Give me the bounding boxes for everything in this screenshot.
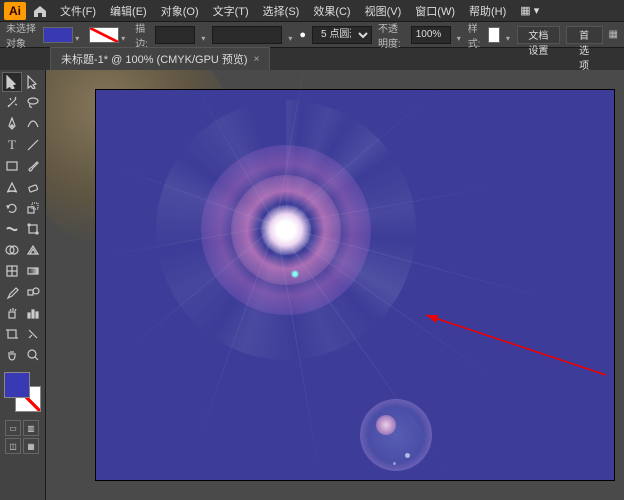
options-bar: 未选择对象 描边: ● 5 点圆形 不透明度: 样式: 文档设置 首选项 ▦: [0, 22, 624, 48]
type-tool[interactable]: T: [2, 135, 22, 155]
brush-dropdown-icon[interactable]: [288, 32, 293, 38]
pen-tool[interactable]: [2, 114, 22, 134]
slice-tool[interactable]: [23, 324, 43, 344]
menu-file[interactable]: 文件(F): [54, 1, 102, 21]
work-area: T ▭ ▥ ◫ ▦: [0, 70, 624, 500]
menu-arrange[interactable]: ▦ ▾: [514, 2, 545, 19]
line-tool[interactable]: [23, 135, 43, 155]
doc-setup-button[interactable]: 文档设置: [517, 26, 560, 44]
menu-type[interactable]: 文字(T): [207, 1, 255, 21]
preferences-button[interactable]: 首选项: [566, 26, 603, 44]
document-tab[interactable]: 未标题-1* @ 100% (CMYK/GPU 预览) ×: [50, 47, 270, 70]
eraser-tool[interactable]: [23, 177, 43, 197]
zoom-tool[interactable]: [23, 345, 43, 365]
fill-swatch[interactable]: [43, 27, 73, 43]
tab-title: 未标题-1* @ 100% (CMYK/GPU 预览): [61, 51, 248, 67]
blend-tool[interactable]: [23, 282, 43, 302]
curvature-tool[interactable]: [23, 114, 43, 134]
fill-dropdown-icon[interactable]: [75, 32, 83, 38]
opacity-label: 不透明度:: [378, 20, 405, 50]
brush-input[interactable]: [212, 26, 282, 44]
width-tool[interactable]: [2, 219, 22, 239]
mesh-tool[interactable]: [2, 261, 22, 281]
menu-select[interactable]: 选择(S): [257, 1, 306, 21]
magic-wand-tool[interactable]: [2, 93, 22, 113]
stroke-dropdown-icon[interactable]: [121, 32, 129, 38]
style-label: 样式:: [468, 20, 482, 50]
opacity-input[interactable]: [411, 26, 451, 44]
opacity-dropdown-icon[interactable]: [457, 32, 462, 38]
graph-tool[interactable]: [23, 303, 43, 323]
screen-mode-b[interactable]: ▦: [23, 438, 39, 454]
flare-rays: [276, 225, 277, 226]
artboard-tool[interactable]: [2, 324, 22, 344]
menu-window[interactable]: 窗口(W): [409, 1, 461, 21]
menu-object[interactable]: 对象(O): [155, 1, 205, 21]
menu-edit[interactable]: 编辑(E): [104, 1, 153, 21]
point-shape-select[interactable]: 5 点圆形: [312, 26, 372, 44]
tool-panel: T ▭ ▥ ◫ ▦: [0, 70, 46, 500]
free-transform-tool[interactable]: [23, 219, 43, 239]
gradient-tool[interactable]: [23, 261, 43, 281]
stroke-swatch[interactable]: [89, 27, 119, 43]
canvas-area[interactable]: [46, 70, 624, 500]
fill-color-swatch[interactable]: [4, 372, 30, 398]
paintbrush-tool[interactable]: [23, 156, 43, 176]
app-logo: Ai: [4, 2, 26, 20]
stroke-weight-input[interactable]: [155, 26, 195, 44]
tab-close-icon[interactable]: ×: [254, 54, 260, 65]
flare-spot: [291, 270, 299, 278]
selection-status: 未选择对象: [6, 20, 37, 50]
shape-builder-tool[interactable]: [2, 240, 22, 260]
style-swatch[interactable]: [488, 27, 500, 43]
rotate-tool[interactable]: [2, 198, 22, 218]
shaper-tool[interactable]: [2, 177, 22, 197]
style-dropdown-icon[interactable]: [506, 32, 511, 38]
stroke-weight-dropdown-icon[interactable]: [201, 32, 206, 38]
draw-mode-b[interactable]: ▥: [23, 420, 39, 436]
menu-effect[interactable]: 效果(C): [307, 1, 356, 21]
lens-flare-secondary: [321, 360, 471, 500]
perspective-tool[interactable]: [23, 240, 43, 260]
draw-mode-a[interactable]: ▭: [5, 420, 21, 436]
symbol-sprayer-tool[interactable]: [2, 303, 22, 323]
fill-stroke-control[interactable]: [4, 372, 41, 412]
selection-tool[interactable]: [2, 72, 22, 92]
hand-tool[interactable]: [2, 345, 22, 365]
eyedropper-tool[interactable]: [2, 282, 22, 302]
rectangle-tool[interactable]: [2, 156, 22, 176]
menu-help[interactable]: 帮助(H): [463, 1, 512, 21]
direct-selection-tool[interactable]: [23, 72, 43, 92]
stroke-label: 描边:: [135, 20, 149, 50]
lasso-tool[interactable]: [23, 93, 43, 113]
menu-view[interactable]: 视图(V): [359, 1, 408, 21]
artboard[interactable]: [96, 90, 614, 480]
home-icon[interactable]: [32, 3, 48, 19]
panel-toggle-icon[interactable]: ▦: [609, 29, 618, 40]
scale-tool[interactable]: [23, 198, 43, 218]
screen-mode-a[interactable]: ◫: [5, 438, 21, 454]
menu-bar: Ai 文件(F) 编辑(E) 对象(O) 文字(T) 选择(S) 效果(C) 视…: [0, 0, 624, 22]
